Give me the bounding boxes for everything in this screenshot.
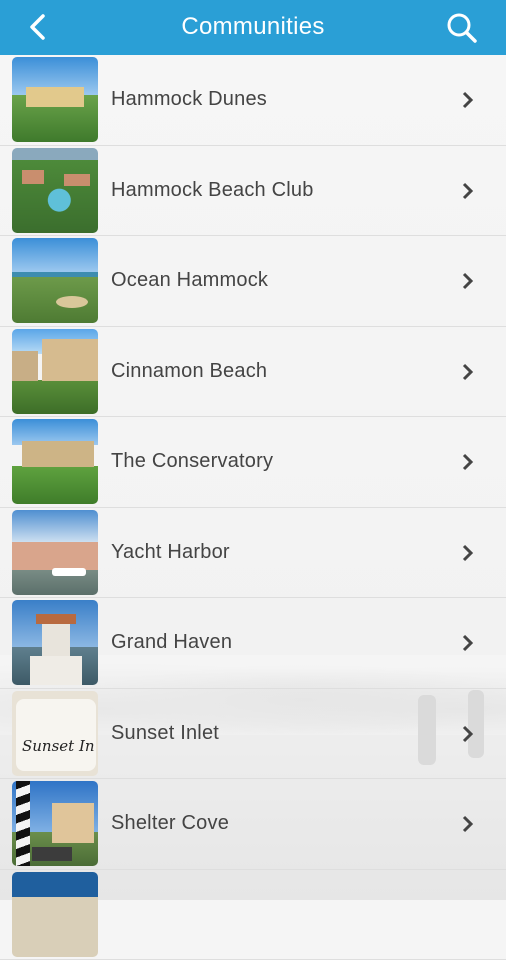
chevron-right-icon bbox=[459, 181, 477, 201]
community-thumbnail bbox=[12, 781, 98, 866]
svg-text:Sunset Inlet: Sunset Inlet bbox=[22, 737, 94, 755]
community-thumbnail bbox=[12, 600, 98, 685]
chevron-right-icon bbox=[459, 724, 477, 744]
chevron-right-icon bbox=[459, 814, 477, 834]
page-title: Communities bbox=[0, 0, 506, 55]
chevron-right-icon bbox=[459, 633, 477, 653]
community-label: The Conservatory bbox=[111, 417, 273, 507]
community-thumbnail: Sunset Inlet bbox=[12, 691, 98, 776]
community-row-cinnamon-beach[interactable]: Cinnamon Beach bbox=[0, 327, 506, 418]
community-label: Ocean Hammock bbox=[111, 236, 268, 326]
community-row-sunset-inlet[interactable]: Sunset Inlet Sunset Inlet bbox=[0, 689, 506, 780]
community-label: Hammock Beach Club bbox=[111, 146, 314, 236]
community-thumbnail bbox=[12, 419, 98, 504]
chevron-right-icon bbox=[459, 90, 477, 110]
community-row-the-conservatory[interactable]: The Conservatory bbox=[0, 417, 506, 508]
community-label: Shelter Cove bbox=[111, 779, 229, 869]
sign-logo: Sunset Inlet bbox=[20, 731, 94, 759]
search-icon[interactable] bbox=[444, 10, 480, 46]
chevron-right-icon bbox=[459, 271, 477, 291]
community-label: Grand Haven bbox=[111, 598, 232, 688]
app-header: Communities bbox=[0, 0, 506, 55]
community-thumbnail bbox=[12, 148, 98, 233]
community-row-hammock-dunes[interactable]: Hammock Dunes bbox=[0, 55, 506, 146]
chevron-right-icon bbox=[459, 452, 477, 472]
community-row-hammock-beach-club[interactable]: Hammock Beach Club bbox=[0, 146, 506, 237]
community-row-ocean-hammock[interactable]: Ocean Hammock bbox=[0, 236, 506, 327]
chevron-right-icon bbox=[459, 543, 477, 563]
community-thumbnail bbox=[12, 238, 98, 323]
community-row-yacht-harbor[interactable]: Yacht Harbor bbox=[0, 508, 506, 599]
community-thumbnail bbox=[12, 329, 98, 414]
community-label: Yacht Harbor bbox=[111, 508, 230, 598]
community-thumbnail bbox=[12, 510, 98, 595]
community-thumbnail bbox=[12, 57, 98, 142]
community-row-grand-haven[interactable]: Grand Haven bbox=[0, 598, 506, 689]
community-list: Hammock Dunes Hammock Beach Club Ocean H… bbox=[0, 55, 506, 960]
community-label: Sunset Inlet bbox=[111, 689, 219, 779]
community-thumbnail bbox=[12, 872, 98, 957]
community-label: Cinnamon Beach bbox=[111, 327, 267, 417]
community-row-partial[interactable] bbox=[0, 870, 506, 960]
community-label: Hammock Dunes bbox=[111, 55, 267, 145]
chevron-right-icon bbox=[459, 362, 477, 382]
community-row-shelter-cove[interactable]: Shelter Cove bbox=[0, 779, 506, 870]
